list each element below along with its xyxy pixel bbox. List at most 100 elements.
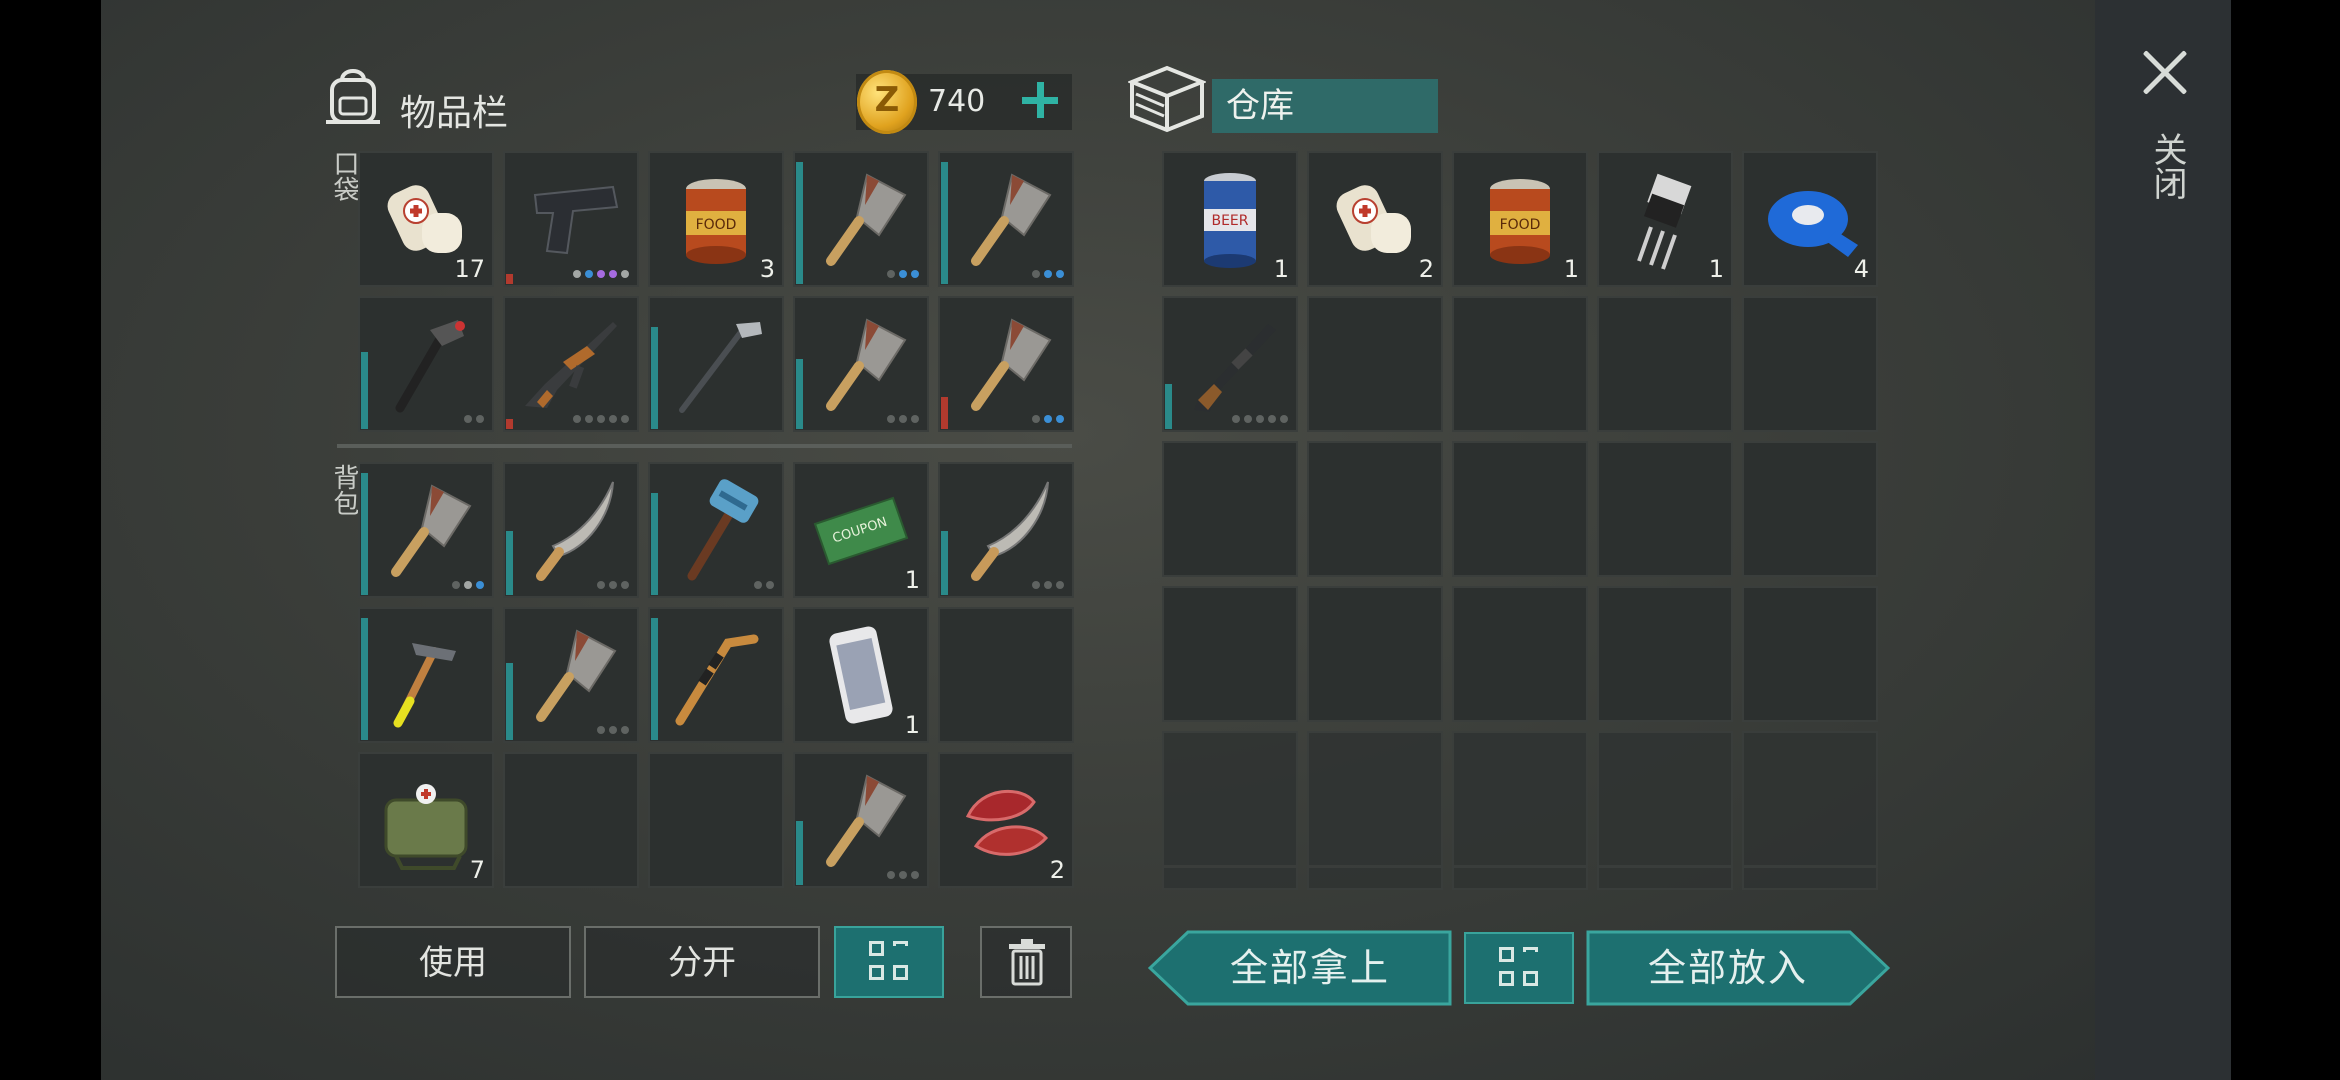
storage-slot[interactable] (1307, 731, 1443, 867)
add-currency-button[interactable] (1018, 75, 1062, 125)
backpack-slot[interactable] (648, 752, 784, 888)
quality-dots (573, 415, 629, 423)
close-label[interactable]: 关闭 (2147, 132, 2187, 200)
backpack-slot[interactable] (503, 462, 639, 598)
storage-sort-button[interactable] (1464, 932, 1574, 1004)
close-button[interactable] (2140, 48, 2190, 98)
item-count: 2 (1418, 255, 1434, 283)
backpack-slot[interactable] (938, 607, 1074, 743)
storage-slot[interactable] (1307, 866, 1443, 890)
cleaver-icon (536, 629, 617, 722)
backpack-slot[interactable] (938, 462, 1074, 598)
storage-slot[interactable] (1452, 586, 1588, 722)
storage-slot[interactable] (1452, 866, 1588, 890)
cleaver-icon (391, 484, 472, 577)
coin-icon: Z (857, 70, 917, 134)
item-count: 1 (904, 711, 920, 739)
durability-bar (651, 618, 658, 740)
section-divider (337, 444, 1072, 448)
storage-slot[interactable]: FOOD 1 (1452, 151, 1588, 287)
backpack-slot[interactable]: 1 (793, 607, 929, 743)
quality-dots (1032, 415, 1064, 423)
storage-slot[interactable] (1162, 441, 1298, 577)
storage-slot[interactable] (1742, 866, 1878, 890)
backpack-slot[interactable]: 2 (938, 752, 1074, 888)
pocket-slot[interactable] (503, 296, 639, 432)
backpack-slot[interactable]: COUPON 1 (793, 462, 929, 598)
quality-dots (754, 581, 774, 589)
storage-slot[interactable] (1742, 296, 1878, 432)
claw-hammer-icon (393, 643, 456, 728)
storage-slot[interactable] (1597, 586, 1733, 722)
durability-bar (941, 531, 948, 595)
storage-title: 仓库 (1212, 79, 1438, 133)
storage-slot[interactable] (1742, 586, 1878, 722)
storage-slot[interactable] (1162, 866, 1298, 890)
svg-text:BEER: BEER (1211, 213, 1248, 229)
pocket-slot[interactable] (938, 296, 1074, 432)
quality-dots (464, 415, 484, 423)
backpack-slot[interactable] (503, 752, 639, 888)
backpack-slot[interactable] (358, 607, 494, 743)
storage-slot[interactable] (1452, 296, 1588, 432)
backpack-slot[interactable]: 7 (358, 752, 494, 888)
pocket-slot[interactable] (938, 151, 1074, 287)
storage-slot[interactable] (1597, 731, 1733, 867)
storage-slot[interactable]: 2 (1307, 151, 1443, 287)
split-button[interactable]: 分开 (584, 926, 820, 998)
trash-button[interactable] (980, 926, 1072, 998)
canned-food-icon: FOOD (686, 179, 746, 264)
durability-bar (361, 618, 368, 740)
item-count: 3 (759, 255, 775, 283)
storage-slot[interactable] (1742, 441, 1878, 577)
put-all-button[interactable]: 全部放入 (1586, 930, 1890, 1006)
storage-slot[interactable] (1162, 296, 1298, 432)
machete-icon (971, 481, 1049, 581)
storage-slot[interactable] (1452, 441, 1588, 577)
item-count: 1 (904, 566, 920, 594)
storage-slot[interactable] (1597, 441, 1733, 577)
backpack-slot[interactable] (793, 752, 929, 888)
backpack-slot[interactable] (503, 607, 639, 743)
screen: 关闭 物品栏 Z 740 口袋 背包 17 FOOD 3 COUPON 1 1 7 2 使用… (0, 0, 2340, 1080)
storage-slot[interactable] (1162, 586, 1298, 722)
put-all-label: 全部放入 (1647, 946, 1808, 990)
durability-bar (506, 419, 513, 429)
use-button[interactable]: 使用 (335, 926, 571, 998)
backpack-slot[interactable] (648, 607, 784, 743)
quality-dots (1032, 581, 1064, 589)
storage-slot[interactable] (1307, 296, 1443, 432)
backpack-slot[interactable] (358, 462, 494, 598)
durability-bar (506, 663, 513, 740)
backpack-icon (326, 69, 380, 124)
take-all-label: 全部拿上 (1229, 946, 1390, 990)
pocket-slot[interactable] (793, 296, 929, 432)
cleaver-icon (826, 774, 907, 867)
pocket-slot[interactable] (358, 296, 494, 432)
item-count: 17 (454, 255, 485, 283)
storage-slot[interactable] (1597, 866, 1733, 890)
durability-bar (361, 352, 368, 429)
take-all-button[interactable]: 全部拿上 (1148, 930, 1452, 1006)
storage-slot[interactable] (1307, 441, 1443, 577)
sort-grid-button[interactable] (834, 926, 944, 998)
storage-slot[interactable]: 1 (1597, 151, 1733, 287)
machete-icon (536, 481, 614, 581)
storage-slot[interactable]: 4 (1742, 151, 1878, 287)
blue-tape-icon (1768, 191, 1858, 257)
storage-slot[interactable] (1597, 296, 1733, 432)
storage-slot[interactable] (1452, 731, 1588, 867)
pocket-slot[interactable]: 17 (358, 151, 494, 287)
pocket-slot[interactable] (793, 151, 929, 287)
pocket-slot[interactable]: FOOD 3 (648, 151, 784, 287)
storage-slot[interactable]: BEER 1 (1162, 151, 1298, 287)
storage-slot[interactable] (1307, 586, 1443, 722)
quality-dots (597, 726, 629, 734)
shotgun-icon (1194, 324, 1276, 412)
storage-slot[interactable] (1742, 731, 1878, 867)
pocket-slot[interactable] (503, 151, 639, 287)
storage-slot[interactable] (1162, 731, 1298, 867)
pocket-slot[interactable] (648, 296, 784, 432)
grid-icon (869, 941, 909, 983)
backpack-slot[interactable] (648, 462, 784, 598)
